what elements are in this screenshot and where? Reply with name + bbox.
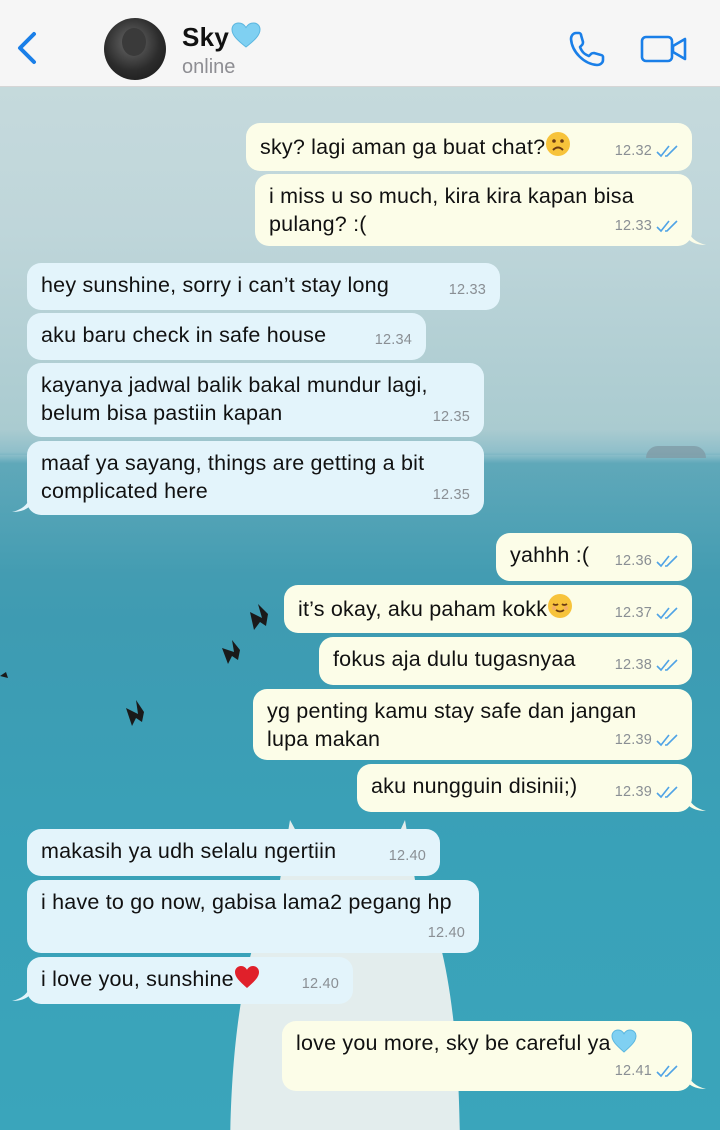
video-camera-icon[interactable] <box>640 33 688 65</box>
double-check-icon <box>656 220 678 233</box>
message-time: 12.35 <box>432 487 470 503</box>
message-bubble-outgoing[interactable]: yg penting kamu stay safe dan jangan lup… <box>253 689 692 760</box>
message-text: i miss u so much, kira kira kapan bisa p… <box>269 184 634 236</box>
message-meta: 12.35 <box>433 403 470 431</box>
message-text: i love you, sunshine <box>41 967 234 991</box>
double-check-icon <box>656 607 678 620</box>
message-time: 12.39 <box>614 732 652 748</box>
message-time: 12.40 <box>301 976 339 992</box>
message-meta: 12.35 <box>433 481 470 509</box>
message-text: fokus aja dulu tugasnyaa <box>333 647 576 671</box>
message-time: 12.36 <box>614 553 652 569</box>
blue-heart-icon <box>611 1029 637 1053</box>
message-meta: 12.40 <box>389 842 426 870</box>
message-text: yg penting kamu stay safe dan jangan lup… <box>267 699 637 751</box>
message-bubble-incoming[interactable]: i love you, sunshine 12.40 <box>27 957 353 1004</box>
message-meta: 12.36 <box>615 547 678 575</box>
message-time: 12.32 <box>614 143 652 159</box>
message-meta: 12.39 <box>615 726 678 754</box>
message-text: it’s okay, aku paham kokk <box>298 597 548 621</box>
message-meta: 12.33 <box>615 212 678 240</box>
message-time: 12.34 <box>374 332 412 348</box>
double-check-icon <box>656 555 678 568</box>
message-meta: 12.32 <box>615 137 678 165</box>
message-time: 12.40 <box>388 848 426 864</box>
bubble-tail <box>12 496 30 512</box>
phone-icon[interactable] <box>568 30 606 68</box>
message-meta: 12.41 <box>615 1057 678 1085</box>
message-time: 12.37 <box>614 605 652 621</box>
message-meta: 12.33 <box>449 276 486 304</box>
message-time: 12.33 <box>448 282 486 298</box>
message-time: 12.39 <box>614 784 652 800</box>
red-heart-icon <box>234 966 259 988</box>
message-bubble-outgoing[interactable]: aku nungguin disinii;) 12.39 <box>357 764 692 812</box>
double-check-icon <box>656 1065 678 1078</box>
chat-header: Sky online <box>0 0 720 87</box>
message-bubble-outgoing[interactable]: love you more, sky be careful ya 12.41 <box>282 1021 692 1091</box>
message-bubble-outgoing[interactable]: it’s okay, aku paham kokk 12.37 <box>284 585 692 633</box>
message-meta: 12.38 <box>615 651 678 679</box>
message-time: 12.33 <box>614 218 652 234</box>
message-meta: 12.40 <box>428 919 465 947</box>
contact-name: Sky <box>182 22 230 52</box>
message-meta: 12.34 <box>375 326 412 354</box>
chat-screen: Sky online sky? lagi aman ga buat chat? … <box>0 0 720 1130</box>
avatar[interactable] <box>104 18 166 80</box>
message-list[interactable]: sky? lagi aman ga buat chat? 12.32 i mis… <box>0 0 720 1130</box>
message-bubble-incoming[interactable]: makasih ya udh selalu ngertiin 12.40 <box>27 829 440 876</box>
double-check-icon <box>656 734 678 747</box>
message-meta: 12.40 <box>302 970 339 998</box>
message-time: 12.35 <box>432 409 470 425</box>
message-bubble-outgoing[interactable]: sky? lagi aman ga buat chat? 12.32 <box>246 123 692 171</box>
message-bubble-outgoing[interactable]: fokus aja dulu tugasnyaa 12.38 <box>319 637 692 685</box>
message-meta: 12.37 <box>615 599 678 627</box>
back-chevron-icon[interactable] <box>14 28 40 68</box>
message-bubble-incoming[interactable]: maaf ya sayang, things are getting a bit… <box>27 441 484 515</box>
message-text: makasih ya udh selalu ngertiin <box>41 839 337 863</box>
message-text: sky? lagi aman ga buat chat? <box>260 135 546 159</box>
message-time: 12.41 <box>614 1063 652 1079</box>
message-meta: 12.39 <box>615 778 678 806</box>
message-bubble-incoming[interactable]: kayanya jadwal balik bakal mundur lagi, … <box>27 363 484 437</box>
bubble-tail <box>688 229 706 245</box>
contact-name-row[interactable]: Sky <box>182 22 261 53</box>
message-time: 12.38 <box>614 657 652 673</box>
bubble-tail <box>688 795 706 811</box>
message-text: aku baru check in safe house <box>41 323 327 347</box>
blue-heart-icon <box>231 22 261 48</box>
message-text: kayanya jadwal balik bakal mundur lagi, … <box>41 373 428 425</box>
message-bubble-incoming[interactable]: i have to go now, gabisa lama2 pegang hp… <box>27 880 479 953</box>
message-bubble-outgoing[interactable]: yahhh :( 12.36 <box>496 533 692 581</box>
double-check-icon <box>656 659 678 672</box>
bubble-tail <box>12 985 30 1001</box>
message-text: i have to go now, gabisa lama2 pegang hp <box>41 890 452 914</box>
bubble-tail <box>688 1073 706 1089</box>
message-text: hey sunshine, sorry i can’t stay long <box>41 273 389 297</box>
contact-status: online <box>182 56 236 78</box>
message-bubble-outgoing[interactable]: i miss u so much, kira kira kapan bisa p… <box>255 174 692 246</box>
message-text: yahhh :( <box>510 543 590 567</box>
double-check-icon <box>656 145 678 158</box>
message-text: love you more, sky be careful ya <box>296 1031 611 1055</box>
message-text: aku nungguin disinii;) <box>371 774 578 798</box>
frowning-face-icon <box>546 132 571 156</box>
double-check-icon <box>656 786 678 799</box>
message-bubble-incoming[interactable]: hey sunshine, sorry i can’t stay long 12… <box>27 263 500 310</box>
message-time: 12.40 <box>427 925 465 941</box>
message-text: maaf ya sayang, things are getting a bit… <box>41 451 425 503</box>
message-bubble-incoming[interactable]: aku baru check in safe house 12.34 <box>27 313 426 360</box>
relieved-face-icon <box>548 594 573 618</box>
